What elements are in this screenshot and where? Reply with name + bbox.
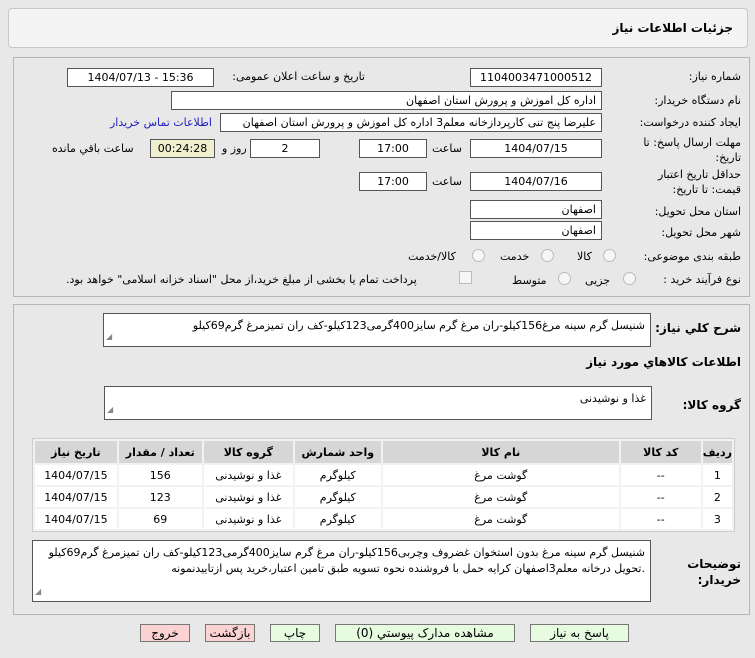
notes-textarea[interactable]: شنیسل گرم سینه مرغ بدون استخوان غضروف وچ… [32, 540, 651, 602]
cell-date: 1404/07/15 [35, 509, 117, 529]
col-unit: واحد شمارش [294, 441, 381, 463]
deadline-date-field: 1404/07/15 [470, 139, 602, 158]
notes-label: توضیحات [687, 557, 741, 571]
validity-label-2: قیمت: تا تاریخ: [672, 183, 741, 196]
col-row: ردیف [702, 441, 732, 463]
group-text: غذا و نوشیدنی [579, 392, 646, 405]
validity-date-field: 1404/07/16 [470, 172, 602, 191]
province-label: استان محل تحویل: [654, 205, 741, 218]
resize-grip-icon[interactable]: ◢ [35, 584, 41, 600]
col-group: گروه کالا [203, 441, 293, 463]
cell-group: غذا و نوشیدنی [203, 487, 293, 507]
back-button[interactable]: بازگشت [205, 624, 255, 642]
cell-name: گوشت مرغ [382, 487, 619, 507]
validity-time-label: ساعت [432, 175, 462, 188]
cell-row: 2 [702, 487, 732, 507]
notes-text: شنیسل گرم سینه مرغ بدون استخوان غضروف وچ… [48, 546, 645, 575]
category-goods-label: کالا [577, 250, 592, 263]
deadline-time-field: 17:00 [359, 139, 427, 158]
goods-heading: اطلاعات کالاهاي مورد نياز [586, 355, 741, 369]
summary-text: شنیسل گرم سینه مرغ156کیلو-ران مرغ گرم سا… [192, 319, 645, 332]
need-number-field: 1104003471000512 [470, 68, 602, 87]
cell-qty: 156 [118, 465, 202, 485]
print-button[interactable]: چاپ [270, 624, 320, 642]
remaining-time-field: 00:24:28 [150, 139, 215, 158]
category-radio-goods[interactable] [603, 249, 616, 262]
cell-row: 1 [702, 465, 732, 485]
group-textarea[interactable]: غذا و نوشیدنی ◢ [104, 386, 652, 420]
col-code: کد کالا [620, 441, 701, 463]
process-medium-label: متوسط [512, 274, 547, 287]
process-minor-label: جزیی [585, 274, 611, 287]
process-radio-medium[interactable] [558, 272, 571, 285]
category-service-label: خدمت [500, 250, 530, 263]
category-radio-service[interactable] [541, 249, 554, 262]
cell-unit: کیلوگرم [294, 487, 381, 507]
cell-qty: 69 [118, 509, 202, 529]
treasury-note: پرداخت تمام یا بخشی از مبلغ خرید،از محل … [66, 273, 417, 286]
buyer-label: نام دستگاه خریدار: [654, 94, 741, 107]
days-label: روز و [222, 142, 247, 155]
deadline-label: مهلت ارسال پاسخ: تا [643, 136, 741, 149]
cell-group: غذا و نوشیدنی [203, 465, 293, 485]
table-row: 3 -- گوشت مرغ کیلوگرم غذا و نوشیدنی 69 1404/07… [35, 509, 732, 529]
days-field: 2 [250, 139, 320, 158]
announce-label: تاریخ و ساعت اعلان عمومی: [232, 70, 365, 83]
cell-code: -- [620, 465, 701, 485]
summary-textarea[interactable]: شنیسل گرم سینه مرغ156کیلو-ران مرغ گرم سا… [103, 313, 651, 347]
cell-group: غذا و نوشیدنی [203, 509, 293, 529]
need-number-label: شماره نیاز: [688, 70, 741, 83]
cell-name: گوشت مرغ [382, 509, 619, 529]
group-label: گروه کالا: [682, 398, 741, 412]
cell-unit: کیلوگرم [294, 465, 381, 485]
resize-grip-icon[interactable]: ◢ [106, 329, 112, 345]
cell-qty: 123 [118, 487, 202, 507]
creator-field: علیرضا پنج تنی کارپردازخانه معلم3 اداره … [220, 113, 602, 132]
process-label: نوع فرآیند خرید : [663, 273, 741, 286]
remaining-label: ساعت باقي مانده [52, 142, 134, 155]
validity-label: حداقل تاریخ اعتبار [657, 168, 741, 181]
page-header: جزئیات اطلاعات نیاز [8, 8, 748, 48]
buyer-contact-link[interactable]: اطلاعات تماس خریدار [110, 116, 212, 129]
category-both-label: کالا/خدمت [408, 250, 456, 263]
reply-button[interactable]: پاسخ به نیاز [530, 624, 629, 642]
cell-unit: کیلوگرم [294, 509, 381, 529]
page-title: جزئیات اطلاعات نیاز [612, 21, 733, 35]
col-date: تاریخ نیاز [35, 441, 117, 463]
cell-code: -- [620, 487, 701, 507]
cell-row: 3 [702, 509, 732, 529]
summary-label: شرح کلي نياز: [655, 321, 741, 335]
validity-time-field: 17:00 [359, 172, 427, 191]
province-field: اصفهان [470, 200, 602, 219]
buyer-field: اداره کل اموزش و پرورش استان اصفهان [171, 91, 602, 110]
cell-date: 1404/07/15 [35, 465, 117, 485]
resize-grip-icon[interactable]: ◢ [107, 402, 113, 418]
col-name: نام کالا [382, 441, 619, 463]
city-field: اصفهان [470, 221, 602, 240]
attachments-button[interactable]: مشاهده مدارک پیوستي (0) [335, 624, 515, 642]
table-row: 1 -- گوشت مرغ کیلوگرم غذا و نوشیدنی 156 1404/0… [35, 465, 732, 485]
cell-date: 1404/07/15 [35, 487, 117, 507]
cell-name: گوشت مرغ [382, 465, 619, 485]
treasury-checkbox[interactable] [459, 271, 472, 284]
deadline-time-label: ساعت [432, 142, 462, 155]
table-row: 2 -- گوشت مرغ کیلوگرم غذا و نوشیدنی 123 1404/0… [35, 487, 732, 507]
category-label: طبقه بندی موضوعی: [643, 250, 741, 263]
process-radio-minor[interactable] [623, 272, 636, 285]
goods-table: ردیف کد کالا نام کالا واحد شمارش گروه کا… [32, 438, 735, 532]
col-qty: تعداد / مقدار [118, 441, 202, 463]
notes-label-2: خریدار: [697, 573, 741, 587]
exit-button[interactable]: خروج [140, 624, 190, 642]
category-radio-both[interactable] [472, 249, 485, 262]
cell-code: -- [620, 509, 701, 529]
creator-label: ایجاد کننده درخواست: [639, 116, 741, 129]
city-label: شهر محل تحویل: [661, 226, 741, 239]
table-header-row: ردیف کد کالا نام کالا واحد شمارش گروه کا… [35, 441, 732, 463]
announce-field: 1404/07/13 - 15:36 [67, 68, 214, 87]
deadline-label-2: تاریخ: [715, 151, 741, 164]
